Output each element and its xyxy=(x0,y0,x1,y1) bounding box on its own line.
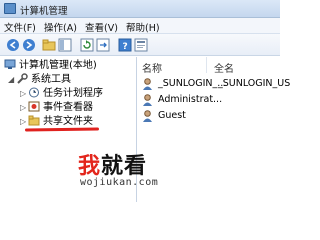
watermark-url: wojiukan.com xyxy=(80,177,159,188)
properties-icon[interactable] xyxy=(134,38,148,52)
collapse-triangle-icon[interactable]: ◢ xyxy=(8,73,16,87)
list-item[interactable]: _SUNLOGIN_... _SUNLOGIN_US xyxy=(142,77,290,91)
user-icon xyxy=(143,78,152,90)
user-name: Administrat... xyxy=(158,94,223,105)
menu-file[interactable]: 文件(F) xyxy=(4,20,36,34)
svg-text:?: ? xyxy=(123,42,128,52)
back-arrow-icon[interactable] xyxy=(6,38,20,52)
menu-action[interactable]: 操作(A) xyxy=(44,20,77,34)
user-icon xyxy=(143,94,152,106)
toolbar: ? xyxy=(0,34,280,56)
expand-triangle-icon[interactable]: ▷ xyxy=(20,115,28,129)
show-tree-icon[interactable] xyxy=(58,38,72,52)
tree-item-label: 任务计划程序 xyxy=(43,88,103,99)
computer-management-icon xyxy=(4,59,16,69)
clock-icon xyxy=(29,87,39,98)
watermark-logo-part1: 我 xyxy=(78,154,102,179)
computer-management-icon xyxy=(4,3,16,14)
tree-item-label: 系统工具 xyxy=(31,74,71,85)
tree-item-task-scheduler[interactable]: ▷ 任务计划程序 xyxy=(20,87,103,101)
tree-item-event-viewer[interactable]: ▷ 事件查看器 xyxy=(20,101,93,115)
menu-help[interactable]: 帮助(H) xyxy=(126,20,160,34)
shared-folder-icon xyxy=(28,115,40,126)
up-folder-icon[interactable] xyxy=(42,38,56,52)
tree-item-label: 共享文件夹 xyxy=(43,116,93,127)
column-header-fullname[interactable]: 全名 xyxy=(214,60,234,75)
watermark-logo-part2: 就看 xyxy=(101,154,148,179)
menu-bar: 文件(F) 操作(A) 查看(V) 帮助(H) xyxy=(0,18,280,34)
window-title: 计算机管理 xyxy=(20,6,68,17)
event-viewer-icon xyxy=(28,101,40,112)
user-name: _SUNLOGIN_... xyxy=(158,78,227,89)
list-item[interactable]: Guest xyxy=(142,109,280,123)
title-bar: 计算机管理 xyxy=(0,0,280,18)
watermark: 我就看 wojiukan.com xyxy=(70,146,200,194)
tree-root-label: 计算机管理(本地) xyxy=(19,60,97,71)
column-divider[interactable] xyxy=(206,57,207,73)
watermark-logo: 我就看 xyxy=(78,148,147,180)
tree-item-label: 事件查看器 xyxy=(43,102,93,113)
tree-root[interactable]: 计算机管理(本地) xyxy=(4,59,97,73)
expand-triangle-icon[interactable]: ▷ xyxy=(20,87,28,101)
tools-icon xyxy=(17,73,28,84)
user-icon xyxy=(143,110,152,122)
expand-triangle-icon[interactable]: ▷ xyxy=(20,101,28,115)
help-icon[interactable]: ? xyxy=(118,38,132,52)
list-item[interactable]: Administrat... xyxy=(142,93,280,107)
menu-view[interactable]: 查看(V) xyxy=(85,20,118,34)
user-full-name: _SUNLOGIN_US xyxy=(218,78,291,89)
export-icon[interactable] xyxy=(96,38,110,52)
tree-item-system-tools[interactable]: ◢ 系统工具 xyxy=(8,73,71,87)
column-header-name[interactable]: 名称 xyxy=(142,60,162,75)
user-name: Guest xyxy=(158,110,186,121)
forward-arrow-icon[interactable] xyxy=(22,38,36,52)
refresh-icon[interactable] xyxy=(80,38,94,52)
